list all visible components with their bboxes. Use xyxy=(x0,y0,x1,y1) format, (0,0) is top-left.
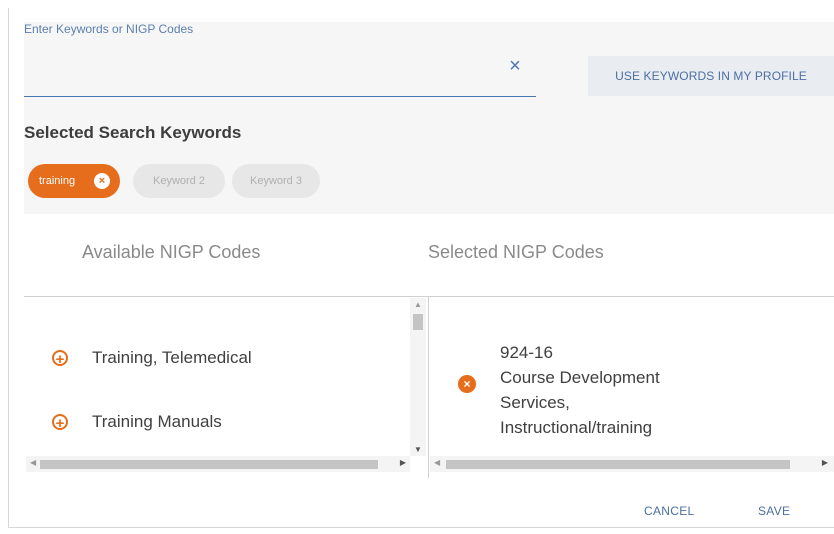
selected-codes-header: Selected NIGP Codes xyxy=(428,242,604,262)
scroll-thumb[interactable] xyxy=(413,314,423,330)
available-code-item[interactable]: + Training Manuals xyxy=(52,410,222,434)
selected-keywords-heading: Selected Search Keywords xyxy=(24,123,242,142)
code-label: Training Manuals xyxy=(92,412,222,431)
scroll-right-icon[interactable]: ▶ xyxy=(400,458,406,467)
keyword-chip-placeholder-3[interactable]: Keyword 3 xyxy=(232,164,320,198)
keyword-chip-placeholder-2[interactable]: Keyword 2 xyxy=(133,164,225,198)
column-divider xyxy=(428,296,429,478)
code-number: 924-16 xyxy=(500,343,553,362)
available-codes-vscroll[interactable]: ▲ ▼ xyxy=(410,298,426,456)
use-profile-keywords-button[interactable]: USE KEYWORDS IN MY PROFILE xyxy=(588,56,834,96)
chip-label: Keyword 2 xyxy=(153,175,205,187)
clear-search-icon[interactable]: × xyxy=(506,55,524,77)
scroll-left-icon[interactable]: ◀ xyxy=(434,458,440,467)
remove-chip-icon[interactable]: × xyxy=(94,173,110,189)
keyword-chip-training[interactable]: training × xyxy=(28,164,120,198)
available-codes-hscroll[interactable]: ◀ ▶ xyxy=(26,456,410,472)
scroll-up-icon[interactable]: ▲ xyxy=(414,300,422,309)
selected-code-item: 924-16 Course Development Services, Inst… xyxy=(500,340,660,440)
remove-circle-icon[interactable]: × xyxy=(458,375,476,393)
code-description-line: Services, xyxy=(500,393,570,412)
search-label: Enter Keywords or NIGP Codes xyxy=(24,22,194,36)
available-code-item[interactable]: + Training, Telemedical xyxy=(52,346,252,370)
save-button[interactable]: SAVE xyxy=(758,504,790,518)
divider xyxy=(24,296,834,297)
add-circle-icon[interactable]: + xyxy=(52,350,68,367)
available-codes-header: Available NIGP Codes xyxy=(82,242,261,262)
selected-codes-hscroll[interactable]: ◀ ▶ xyxy=(430,456,834,472)
scroll-right-icon[interactable]: ▶ xyxy=(822,458,828,467)
chip-label: training xyxy=(39,175,76,187)
search-input[interactable] xyxy=(24,50,536,97)
scroll-left-icon[interactable]: ◀ xyxy=(30,458,36,467)
cancel-button[interactable]: CANCEL xyxy=(644,504,694,518)
code-label: Training, Telemedical xyxy=(92,348,252,367)
add-circle-icon[interactable]: + xyxy=(52,414,68,431)
scroll-down-icon[interactable]: ▼ xyxy=(414,445,422,454)
chip-label: Keyword 3 xyxy=(250,175,302,187)
code-description-line: Course Development xyxy=(500,368,660,387)
code-description-line: Instructional/training xyxy=(500,418,653,437)
scroll-thumb[interactable] xyxy=(40,460,378,469)
scroll-thumb[interactable] xyxy=(446,460,790,469)
